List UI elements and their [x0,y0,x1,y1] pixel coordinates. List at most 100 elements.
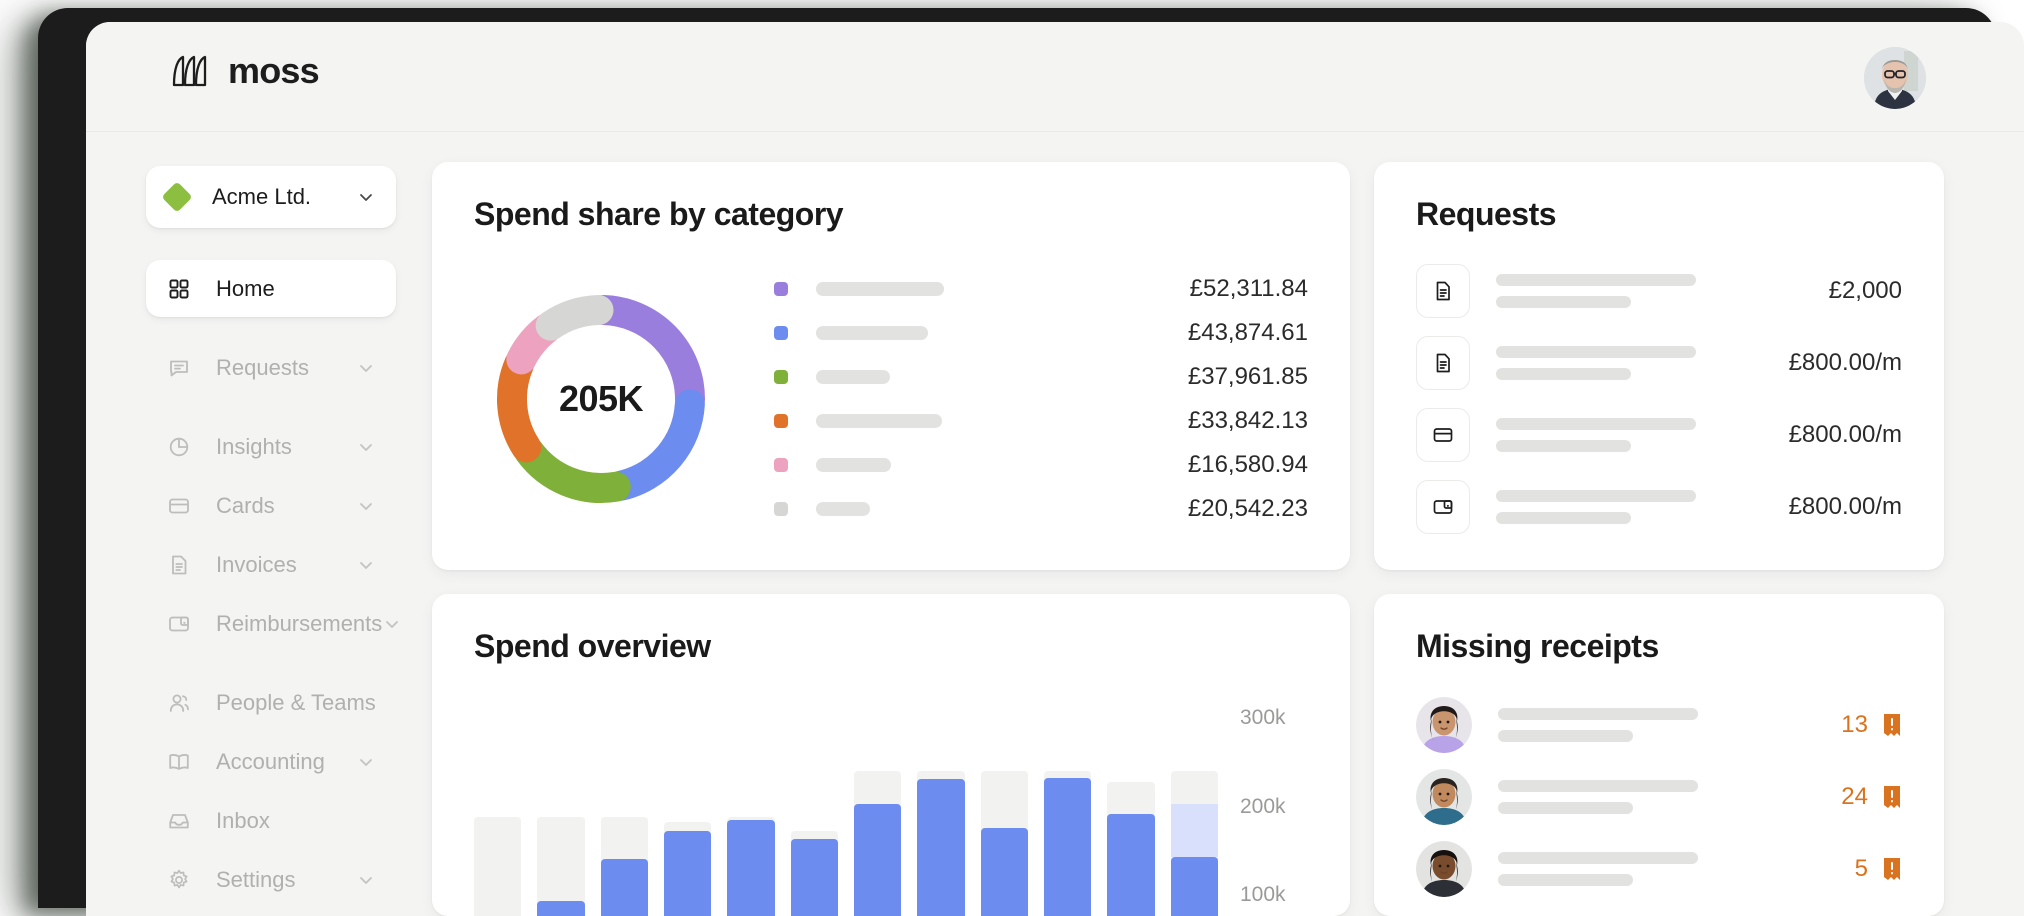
avatar [1416,841,1472,897]
bar-column[interactable] [1170,707,1218,916]
list-item[interactable]: 5 [1416,833,1902,905]
skeleton-line [1496,296,1631,308]
donut-center-total: 205K [558,378,644,419]
sidebar-item-inbox[interactable]: Inbox [146,792,396,849]
bar-column[interactable] [1107,707,1155,916]
employee-text-placeholder [1498,780,1698,814]
list-item[interactable]: £800.00/m [1416,399,1902,471]
bar-column[interactable] [537,707,585,916]
bar-budget-track [474,817,522,916]
missing-receipts-list: 13 24 5 [1416,689,1902,905]
request-text-placeholder [1496,274,1696,308]
sidebar-item-label: Cards [216,492,275,518]
legend-row[interactable]: £52,311.84 [774,267,1308,311]
chevron-down-icon[interactable] [356,358,376,378]
legend-row[interactable]: £43,874.61 [774,311,1308,355]
sidebar-item-accounting[interactable]: Accounting [146,733,396,790]
donut-and-legend: 205K £52,311.84 £43,874.61 £37,961.85 £33,8… [474,267,1308,531]
legend-row[interactable]: £33,842.13 [774,399,1308,443]
receipt-alert-icon[interactable] [1882,785,1902,809]
bar-column[interactable] [663,707,712,916]
avatar [1416,769,1472,825]
list-item[interactable]: £800.00/m [1416,471,1902,543]
skeleton-line [1496,490,1696,502]
chevron-down-icon[interactable] [356,752,376,772]
y-axis-tick-label: 100k [1240,882,1286,906]
sidebar-item-cards[interactable]: Cards [146,477,396,534]
credit-card-icon [166,493,192,519]
receipt-alert-icon[interactable] [1882,857,1902,881]
bar-column[interactable] [853,707,902,916]
chevron-down-icon[interactable] [356,187,376,207]
donut-chart[interactable]: 205K [486,284,716,514]
bar-spend-segment [1170,857,1218,916]
bar-column[interactable] [1043,707,1092,916]
chevron-down-icon[interactable] [382,614,402,634]
page-title: Spend share by category [474,196,844,232]
wallet-icon [166,611,192,637]
app-window: moss Acme Ltd. Home Requests Insights Ca… [86,22,2024,916]
employee-text-placeholder [1498,852,1698,886]
receipt-alert-icon[interactable] [1882,713,1902,737]
pie-chart-icon [166,434,192,460]
bar-spend-segment [727,819,775,916]
people-icon [166,690,192,716]
legend-color-dot-icon [774,458,788,472]
document-icon [1416,264,1470,318]
legend-color-dot-icon [774,282,788,296]
chevron-down-icon[interactable] [356,555,376,575]
bar-spend-segment [790,839,838,916]
request-amount: £2,000 [1828,277,1902,304]
dashboard-main: Spend share by category 205K £52,311.84 £… [416,132,2024,916]
list-item[interactable]: £800.00/m [1416,327,1902,399]
sidebar-item-insights[interactable]: Insights [146,418,396,475]
workspace-selector[interactable]: Acme Ltd. [146,166,396,228]
list-item[interactable]: 13 [1416,689,1902,761]
legend-row[interactable]: £16,580.94 [774,443,1308,487]
sidebar-item-requests[interactable]: Requests [146,339,396,396]
list-item[interactable]: £2,000 [1416,255,1902,327]
bar-column[interactable] [790,707,838,916]
chevron-down-icon[interactable] [356,870,376,890]
bar-column[interactable] [980,707,1028,916]
book-icon [166,749,192,775]
sidebar-item-reimbursements[interactable]: Reimbursements [146,595,399,652]
legend-amount: £52,311.84 [1189,275,1308,302]
bar-column[interactable] [474,707,522,916]
sidebar-item-settings[interactable]: Settings [146,851,396,908]
legend-amount: £20,542.23 [1187,495,1308,522]
skeleton-line [1498,730,1633,742]
request-text-placeholder [1496,418,1696,452]
legend-color-dot-icon [774,370,788,384]
sidebar-item-label: Insights [216,433,292,459]
bar-forecast-segment [1170,804,1218,857]
sidebar-item-label: Home [216,275,275,301]
bar-column[interactable] [600,707,648,916]
bar-column[interactable] [727,707,775,916]
spend-overview-chart[interactable]: 100k 200k 300k [474,706,1308,916]
legend-amount: £37,961.85 [1187,363,1308,390]
legend-row[interactable]: £20,542.23 [774,487,1308,531]
skeleton-line [1496,418,1696,430]
sidebar-item-label: Reimbursements [216,610,383,636]
skeleton-line [1498,874,1633,886]
legend-amount: £43,874.61 [1187,319,1308,346]
sidebar-item-home[interactable]: Home [146,260,396,317]
bar-column[interactable] [917,707,965,916]
brand-logo[interactable]: moss [171,50,320,92]
brand-name: moss [228,50,320,91]
bar-group [474,707,1218,916]
avatar[interactable] [1864,47,1926,109]
legend-row[interactable]: £37,961.85 [774,355,1308,399]
chevron-down-icon[interactable] [356,496,376,516]
chevron-down-icon[interactable] [356,437,376,457]
sidebar-item-label: People & Teams [216,689,376,715]
sidebar-item-invoices[interactable]: Invoices [146,536,396,593]
workspace-marker-icon [161,181,193,213]
app-body: Acme Ltd. Home Requests Insights Cards I… [86,132,2024,916]
sidebar-item-people-teams[interactable]: People & Teams [146,674,396,731]
list-item[interactable]: 24 [1416,761,1902,833]
skeleton-line [1496,440,1631,452]
